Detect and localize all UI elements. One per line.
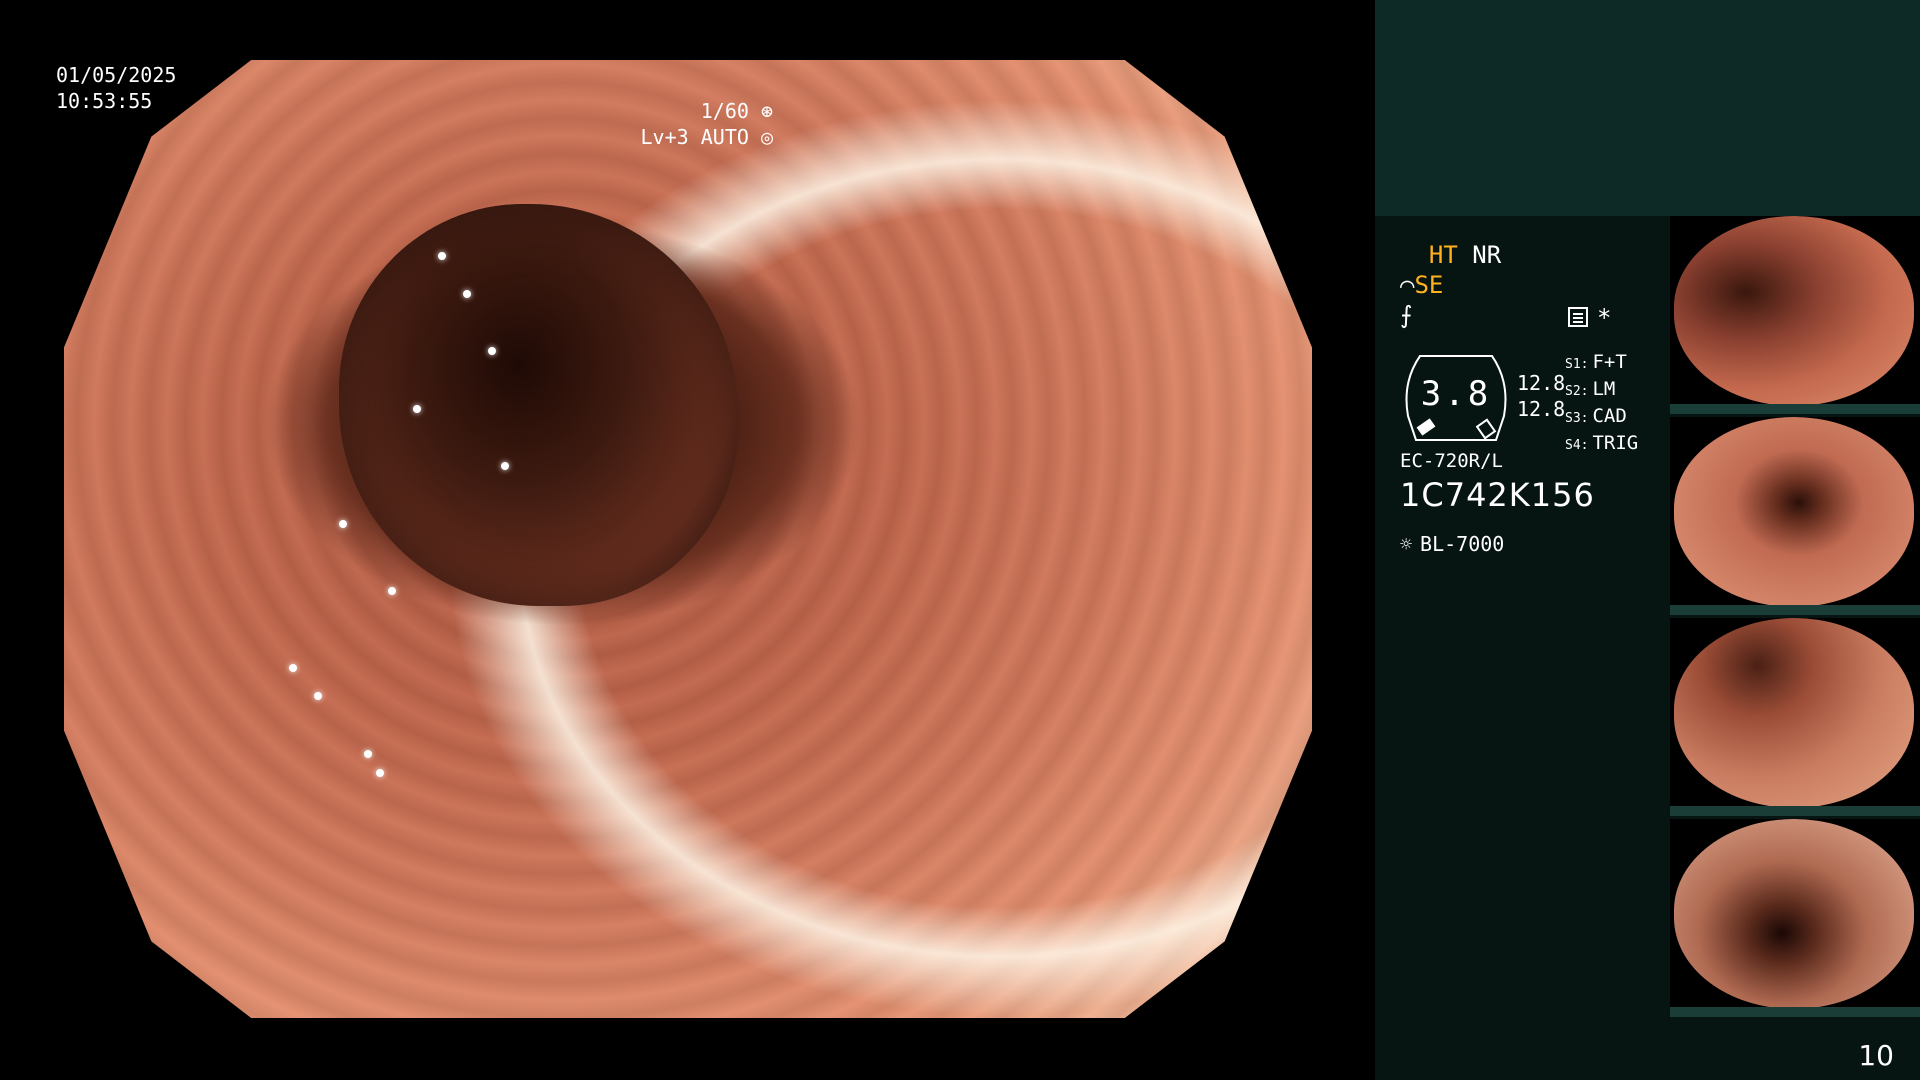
thumbnail-image — [1674, 819, 1914, 1009]
scope-model: EC-720R/L — [1400, 450, 1503, 472]
thumbnail[interactable] — [1670, 819, 1920, 1017]
switch-assignments: S1: F+T S2: LM S3: CAD S4: TRIG — [1565, 350, 1638, 458]
thumbnail-image — [1674, 417, 1914, 607]
page-number: 10 — [1858, 1039, 1894, 1072]
measurement-values: 12.8 12.8 — [1517, 370, 1565, 422]
date-time-display: 01/05/2025 10:53:55 — [56, 62, 176, 114]
light-source-row: ☼ BL-7000 — [1400, 532, 1504, 556]
asterisk-indicator: * — [1597, 304, 1612, 332]
thumbnail-image — [1674, 618, 1914, 808]
thumbnail-image — [1674, 216, 1914, 406]
iris-mode: AUTO — [700, 125, 749, 149]
iris-icon: ◎ — [748, 125, 773, 149]
se-row: ⌒SE — [1400, 270, 1680, 300]
side-panel-header — [1375, 0, 1920, 216]
thumbnail[interactable] — [1670, 417, 1920, 615]
enhancement-row: HT NR — [1400, 240, 1680, 270]
thumbnail-bar — [1670, 806, 1920, 816]
switch-row: S3: CAD — [1565, 405, 1627, 427]
freeze-icon: ⨍ — [1400, 301, 1413, 329]
shutter-speed: 1/60 — [700, 99, 749, 123]
glare-spot — [338, 519, 347, 528]
endoscope-image — [64, 60, 1312, 1018]
freeze-row: ⨍ — [1400, 300, 1680, 330]
glare-spot — [288, 663, 297, 672]
scope-curve-icon: ⌒ — [1400, 271, 1415, 299]
settings-icon — [1567, 306, 1589, 332]
thumbnail-bar — [1670, 404, 1920, 414]
light-source-model: BL-7000 — [1420, 532, 1505, 556]
ht-mode: HT — [1428, 241, 1458, 269]
thumbnail-strip — [1670, 216, 1920, 1020]
thumbnail-bar — [1670, 1007, 1920, 1017]
value-bottom: 12.8 — [1517, 397, 1566, 421]
scope-serial: 1C742K156 — [1400, 476, 1595, 514]
thumbnail[interactable] — [1670, 618, 1920, 816]
shutter-icon: ⊛ — [748, 99, 773, 123]
glare-spot — [313, 692, 322, 701]
switch-row: S1: F+T — [1565, 351, 1627, 373]
glare-spot — [438, 251, 447, 260]
glare-spot — [376, 768, 384, 777]
endoscope-main-view: 01/05/2025 10:53:55 1/60 ⊛ Lv+3 AUTO ◎ — [0, 0, 1375, 1080]
light-source-icon: ☼ — [1400, 532, 1413, 556]
dial-value: 3.8 — [1420, 374, 1492, 414]
glare-spot — [363, 749, 372, 758]
value-top: 12.8 — [1517, 371, 1566, 395]
switch-row: S4: TRIG — [1565, 432, 1639, 454]
brightness-level: Lv+3 — [640, 125, 689, 149]
switch-row: S2: LM — [1565, 378, 1616, 400]
thumbnail-bar — [1670, 605, 1920, 615]
time-text: 10:53:55 — [56, 89, 153, 113]
nr-mode: NR — [1472, 241, 1502, 269]
mode-info: HT NR ⌒SE ⨍ — [1400, 240, 1680, 330]
colon-lumen — [338, 203, 738, 607]
date-text: 01/05/2025 — [56, 63, 177, 87]
thumbnail[interactable] — [1670, 216, 1920, 414]
glare-spot — [388, 586, 397, 595]
se-mode: SE — [1414, 271, 1444, 299]
exposure-display: 1/60 ⊛ Lv+3 AUTO ◎ — [641, 98, 773, 150]
dial-gauge: 3.8 — [1400, 352, 1512, 444]
